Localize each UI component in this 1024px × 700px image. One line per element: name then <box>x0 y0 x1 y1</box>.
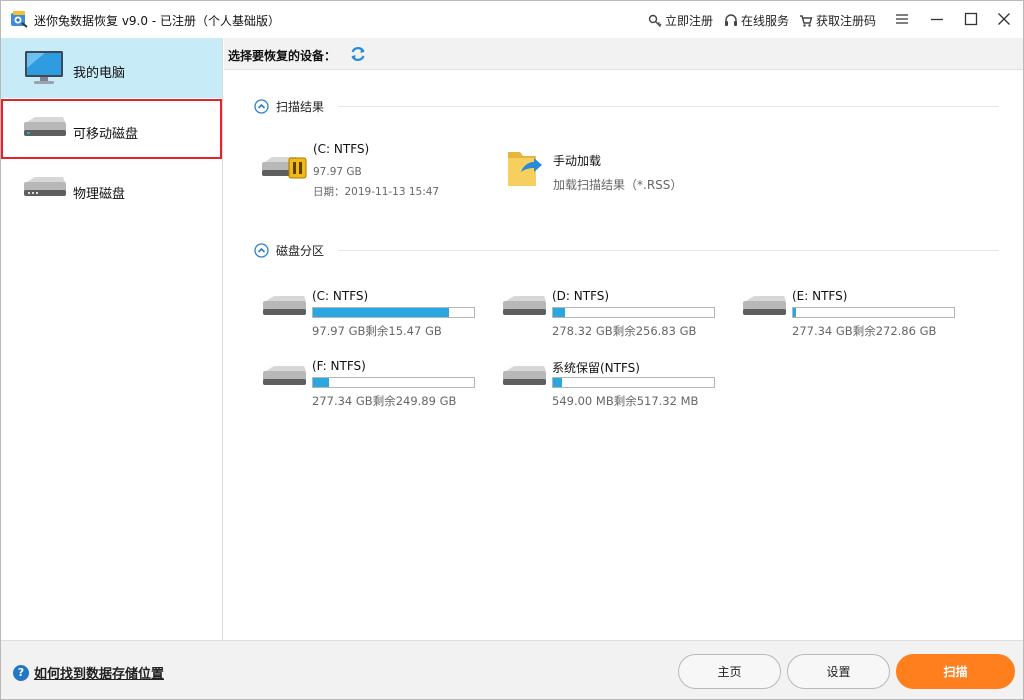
partition-usage-bar <box>312 377 475 388</box>
device-toolbar: 选择要恢复的设备： <box>224 38 1023 70</box>
partition-usage-fill <box>313 378 329 387</box>
help-link[interactable]: ? 如何找到数据存储位置 <box>13 663 164 682</box>
get-code-link[interactable]: 获取注册码 <box>799 12 876 29</box>
sidebar-item-physical-disk[interactable]: 物理磁盘 <box>1 159 222 219</box>
settings-button[interactable]: 设置 <box>787 654 890 689</box>
hard-drive-icon <box>503 366 546 385</box>
refresh-icon[interactable] <box>349 45 367 63</box>
maximize-icon <box>964 12 978 26</box>
hard-drive-icon <box>263 366 306 385</box>
partition-name: (D: NTFS) <box>552 289 610 303</box>
physical-disk-icon <box>24 177 66 196</box>
folder-load-icon <box>508 152 542 186</box>
scan-button[interactable]: 扫描 <box>896 654 1015 689</box>
manual-load-item[interactable]: 手动加载 加载扫描结果（*.RSS） <box>506 146 726 192</box>
title-bar: 迷你兔数据恢复 v9.0 - 已注册（个人基础版） 立即注册 在线服务 获取注册… <box>1 1 1023 38</box>
partition-name: (C: NTFS) <box>312 289 369 303</box>
register-link-label: 立即注册 <box>665 14 714 28</box>
partitions-title: 磁盘分区 <box>276 244 325 258</box>
monitor-icon <box>25 51 63 84</box>
partition-usage-fill <box>313 308 449 317</box>
online-service-label: 在线服务 <box>741 14 790 28</box>
partition-info: 277.34 GB剩余272.86 GB <box>792 324 937 338</box>
key-icon <box>648 14 662 27</box>
drive-paused-icon <box>262 157 307 179</box>
chevron-up-icon[interactable] <box>254 243 269 258</box>
partition-info: 97.97 GB剩余15.47 GB <box>312 324 442 338</box>
get-code-label: 获取注册码 <box>816 14 877 28</box>
minimize-button[interactable] <box>924 7 950 31</box>
register-link[interactable]: 立即注册 <box>648 12 713 29</box>
help-link-label: 如何找到数据存储位置 <box>34 667 165 682</box>
partition-item[interactable]: (F: NTFS) 277.34 GB剩余249.89 GB <box>262 359 482 411</box>
online-service-link[interactable]: 在线服务 <box>724 12 789 29</box>
device-label: 选择要恢复的设备： <box>228 49 337 63</box>
partition-usage-fill <box>553 378 563 387</box>
hard-drive-icon <box>263 296 306 315</box>
sidebar-item-label: 物理磁盘 <box>73 187 126 202</box>
home-button[interactable]: 主页 <box>678 654 781 689</box>
close-button[interactable] <box>991 7 1017 31</box>
cart-icon <box>800 14 813 27</box>
minimize-icon <box>931 18 943 21</box>
partition-usage-bar <box>552 377 715 388</box>
partition-usage-fill <box>553 308 566 317</box>
partition-name: 系统保留(NTFS) <box>552 361 640 375</box>
scan-results-title: 扫描结果 <box>276 100 325 114</box>
scan-results-header: 扫描结果 <box>254 98 999 115</box>
sidebar-item-label: 可移动磁盘 <box>73 127 139 142</box>
close-icon <box>998 13 1010 25</box>
scan-result-date: 日期：2019-11-13 15:47 <box>313 186 440 198</box>
window-title: 迷你兔数据恢复 v9.0 - 已注册（个人基础版） <box>34 14 280 28</box>
partition-info: 549.00 MB剩余517.32 MB <box>552 394 699 408</box>
partitions-header: 磁盘分区 <box>254 242 999 259</box>
sidebar-item-removable-disk[interactable]: 可移动磁盘 <box>1 99 222 159</box>
manual-load-title: 手动加载 <box>553 154 602 168</box>
partition-name: (F: NTFS) <box>312 359 366 373</box>
partition-item[interactable]: (E: NTFS) 277.34 GB剩余272.86 GB <box>742 289 962 341</box>
device-sidebar: 我的电脑 可移动磁盘 物理磁盘 <box>1 38 223 640</box>
sidebar-item-my-computer[interactable]: 我的电脑 <box>1 38 222 98</box>
hard-drive-icon <box>743 296 786 315</box>
menu-icon <box>896 14 908 24</box>
hard-drive-icon <box>503 296 546 315</box>
sidebar-item-label: 我的电脑 <box>73 66 126 81</box>
scan-result-c-drive[interactable]: (C: NTFS) 97.97 GB 日期：2019-11-13 15:47 <box>262 142 462 202</box>
partition-name: (E: NTFS) <box>792 289 848 303</box>
chevron-up-icon[interactable] <box>254 99 269 114</box>
menu-button[interactable] <box>889 7 915 31</box>
partition-item[interactable]: 系统保留(NTFS) 549.00 MB剩余517.32 MB <box>502 359 722 411</box>
app-window: 迷你兔数据恢复 v9.0 - 已注册（个人基础版） 立即注册 在线服务 获取注册… <box>0 0 1024 700</box>
partition-info: 278.32 GB剩余256.83 GB <box>552 324 697 338</box>
partition-item[interactable]: (C: NTFS) 97.97 GB剩余15.47 GB <box>262 289 482 341</box>
maximize-button[interactable] <box>958 7 984 31</box>
partition-info: 277.34 GB剩余249.89 GB <box>312 394 457 408</box>
help-icon: ? <box>13 664 29 681</box>
partition-usage-bar <box>552 307 715 318</box>
removable-disk-icon <box>24 117 66 136</box>
section-divider <box>339 250 999 251</box>
scan-result-name: (C: NTFS) <box>313 142 370 156</box>
manual-load-subtitle: 加载扫描结果（*.RSS） <box>553 178 683 192</box>
main-panel: 选择要恢复的设备： 扫描结果 (C: NTFS) 97.97 GB 日期：201… <box>224 38 1023 640</box>
partition-usage-bar <box>792 307 955 318</box>
bottom-bar: ? 如何找到数据存储位置 主页 设置 扫描 <box>1 640 1023 699</box>
partition-usage-fill <box>793 308 796 317</box>
app-logo-icon <box>11 11 28 28</box>
partition-item[interactable]: (D: NTFS) 278.32 GB剩余256.83 GB <box>502 289 722 341</box>
section-divider <box>339 106 999 107</box>
headset-icon <box>725 13 737 26</box>
partition-usage-bar <box>312 307 475 318</box>
scan-result-size: 97.97 GB <box>313 166 362 178</box>
